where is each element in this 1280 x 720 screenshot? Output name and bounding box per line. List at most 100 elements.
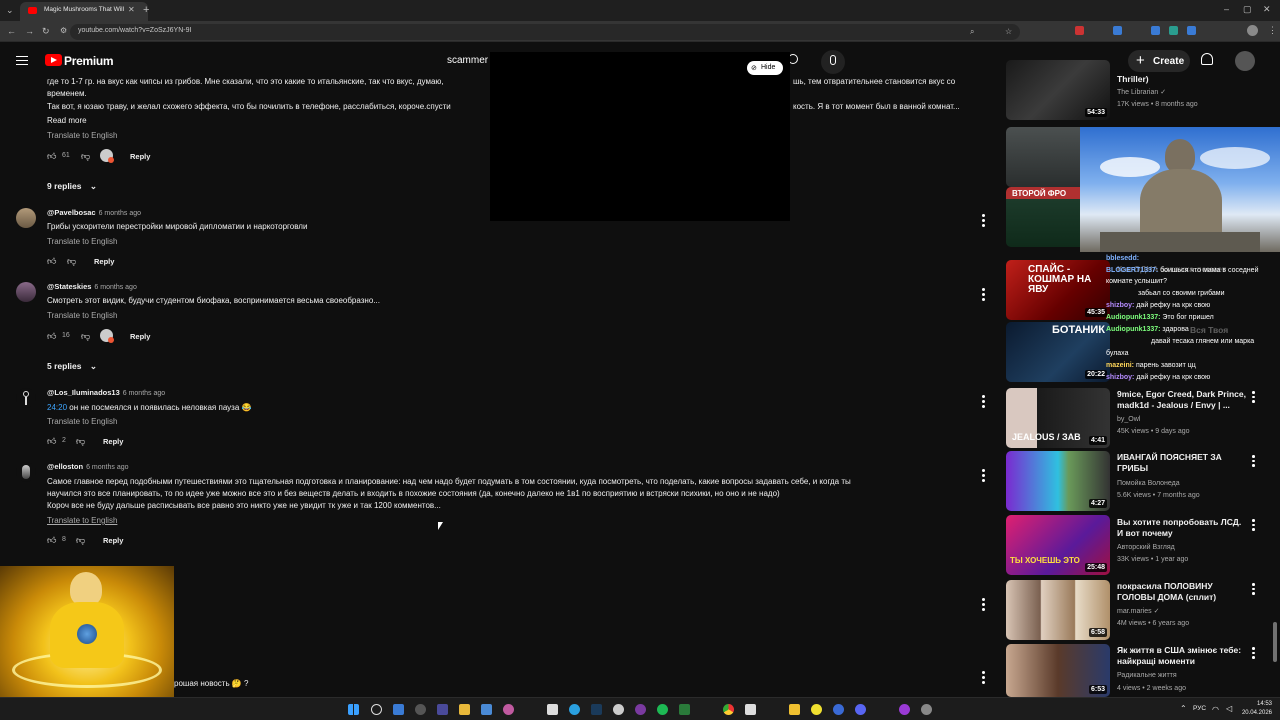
channel-name[interactable]: Авторский Взгляд xyxy=(1117,542,1175,553)
video-thumbnail[interactable]: ВТОРОЙ ФРО xyxy=(1006,187,1080,247)
comment-menu-icon[interactable] xyxy=(982,469,986,484)
extension-icons[interactable] xyxy=(1075,26,1225,37)
tab-search-icon[interactable]: ⌄ xyxy=(6,6,14,15)
video-menu-icon[interactable] xyxy=(1252,519,1255,533)
translate-link[interactable]: Translate to English xyxy=(47,131,117,140)
app-icon[interactable] xyxy=(481,704,492,715)
channel-name[interactable]: Радикальне життя xyxy=(1117,670,1177,681)
video-thumbnail[interactable]: JEALOUS / ЗАВ 4:41 xyxy=(1006,388,1110,448)
like-icon[interactable]: 👍︎ xyxy=(47,331,56,342)
chrome-icon[interactable] xyxy=(723,704,734,715)
clock-date[interactable]: 20.04.2026 xyxy=(1240,710,1272,716)
hamburger-menu-icon[interactable] xyxy=(16,56,28,65)
comment-author[interactable]: @Los_Iluminados13 6 months ago xyxy=(47,388,165,397)
volume-icon[interactable]: ◁ xyxy=(1226,704,1232,713)
translate-link[interactable]: Translate to English xyxy=(47,417,117,426)
channel-name[interactable]: Помойка Волонеда xyxy=(1117,478,1180,489)
discord-icon[interactable] xyxy=(855,704,866,715)
search-input[interactable]: scammer xyxy=(447,55,488,66)
video-title[interactable]: покрасила ПОЛОВИНУ ГОЛОВЫ ДОМА (сплит) xyxy=(1117,581,1247,603)
reply-button[interactable]: Reply xyxy=(103,437,123,446)
comment-menu-icon[interactable] xyxy=(982,598,986,613)
back-icon[interactable]: ← xyxy=(7,27,16,36)
new-tab-icon[interactable]: + xyxy=(143,5,149,16)
reply-button[interactable]: Reply xyxy=(94,257,114,266)
telegram-icon[interactable] xyxy=(569,704,580,715)
zoom-icon[interactable]: ⌕ xyxy=(970,28,974,36)
video-menu-icon[interactable] xyxy=(1252,455,1255,469)
tab-close-icon[interactable]: ✕ xyxy=(128,6,135,14)
dislike-icon[interactable]: 👎︎ xyxy=(76,535,85,546)
file-explorer-icon[interactable] xyxy=(459,704,470,715)
app-icon[interactable] xyxy=(503,704,514,715)
steam-icon[interactable] xyxy=(591,704,602,715)
video-thumbnail[interactable]: ТЫ ХОЧЕШЬ ЭТО 25:48 xyxy=(1006,515,1110,575)
wifi-icon[interactable]: ◠ xyxy=(1212,705,1219,714)
omnibox[interactable]: youtube.com/watch?v=ZoSzJ6YN-9I ⌕ ☆ xyxy=(70,24,1020,40)
search-icon[interactable] xyxy=(371,704,382,715)
channel-name[interactable]: mar.maries ✓ xyxy=(1117,606,1159,617)
video-thumbnail[interactable] xyxy=(1006,127,1080,187)
reply-button[interactable]: Reply xyxy=(103,536,123,545)
video-menu-icon[interactable] xyxy=(1252,391,1255,405)
like-icon[interactable]: 👍︎ xyxy=(47,535,56,546)
widgets-icon[interactable] xyxy=(393,704,404,715)
video-thumbnail[interactable]: СПАЙС - КОШМАР НА ЯВУ 45:35 xyxy=(1006,260,1110,320)
translate-link[interactable]: Translate to English xyxy=(47,311,117,320)
create-button[interactable]: + Create xyxy=(1128,50,1190,72)
notifications-bell-icon[interactable] xyxy=(1201,53,1213,65)
bookmark-star-icon[interactable]: ☆ xyxy=(1005,28,1012,36)
video-title[interactable]: 9mice, Egor Creed, Dark Prince, madk1d -… xyxy=(1117,389,1247,411)
dislike-icon[interactable]: 👎︎ xyxy=(81,151,90,162)
video-title[interactable]: Як життя в США змінює тебе: найкращі мом… xyxy=(1117,645,1247,667)
video-thumbnail[interactable]: 54:33 xyxy=(1006,60,1110,120)
channel-name[interactable]: by_Owl xyxy=(1117,414,1140,425)
youtube-logo-icon[interactable] xyxy=(45,54,62,66)
channel-name[interactable]: The Librarian ✓ xyxy=(1117,87,1166,98)
avatar[interactable] xyxy=(16,388,36,408)
video-thumbnail[interactable]: 4:27 xyxy=(1006,451,1110,511)
brand-label[interactable]: Premium xyxy=(64,54,114,68)
tray-chevron-icon[interactable]: ⌃ xyxy=(1180,704,1187,713)
timestamp-link[interactable]: 24:20 xyxy=(47,403,67,412)
windows-start-icon[interactable] xyxy=(348,704,359,715)
video-thumbnail[interactable]: 6:53 xyxy=(1006,644,1110,697)
app-icon[interactable] xyxy=(679,704,690,715)
terminal-icon[interactable] xyxy=(437,704,448,715)
video-overlay-player[interactable]: ⊘ Hide xyxy=(490,52,790,221)
app-icon[interactable] xyxy=(789,704,800,715)
maximize-icon[interactable]: ▢ xyxy=(1243,5,1252,14)
close-window-icon[interactable]: ✕ xyxy=(1263,5,1271,14)
comment-menu-icon[interactable] xyxy=(982,395,986,410)
app-icon[interactable] xyxy=(415,704,426,715)
like-icon[interactable]: 👍︎ xyxy=(47,436,56,447)
minimize-icon[interactable]: – xyxy=(1224,5,1229,14)
like-icon[interactable]: 👍︎ xyxy=(47,256,56,267)
comment-author[interactable]: @Stateskies 6 months ago xyxy=(47,282,137,291)
translate-link[interactable]: Translate to English xyxy=(47,237,117,246)
input-language[interactable]: РУС xyxy=(1193,705,1206,712)
video-title[interactable]: Thriller) xyxy=(1117,74,1247,85)
video-thumbnail[interactable]: 6:58 xyxy=(1006,580,1110,640)
video-thumbnail[interactable]: БОТАНИК 20:22 xyxy=(1006,322,1110,382)
comment-menu-icon[interactable] xyxy=(982,214,986,229)
page-scrollbar[interactable] xyxy=(1273,622,1277,662)
replies-toggle[interactable]: 5 replies ⌄ xyxy=(47,361,97,372)
replies-toggle[interactable]: 9 replies ⌄ xyxy=(47,181,97,192)
dislike-icon[interactable]: 👎︎ xyxy=(67,256,76,267)
avatar[interactable] xyxy=(16,208,36,228)
video-title[interactable]: Вы хотите попробовать ЛСД. И вот почему xyxy=(1117,517,1247,539)
forward-icon[interactable]: → xyxy=(25,27,34,36)
account-avatar[interactable] xyxy=(1235,51,1255,71)
app-icon[interactable] xyxy=(899,704,910,715)
reply-button[interactable]: Reply xyxy=(130,152,150,161)
dislike-icon[interactable]: 👎︎ xyxy=(81,331,90,342)
comment-menu-icon[interactable] xyxy=(982,288,986,303)
video-menu-icon[interactable] xyxy=(1252,583,1255,597)
spotify-icon[interactable] xyxy=(657,704,668,715)
translate-link[interactable]: Translate to English xyxy=(47,516,117,525)
browser-tab[interactable]: Magic Mushrooms That Will Ch... ✕ xyxy=(20,2,148,21)
app-icon[interactable] xyxy=(833,704,844,715)
comment-author[interactable]: @Pavelbosac 6 months ago xyxy=(47,208,141,217)
video-title[interactable]: ИВАНГАЙ ПОЯСНЯЕТ ЗА ГРИБЫ xyxy=(1117,452,1247,474)
